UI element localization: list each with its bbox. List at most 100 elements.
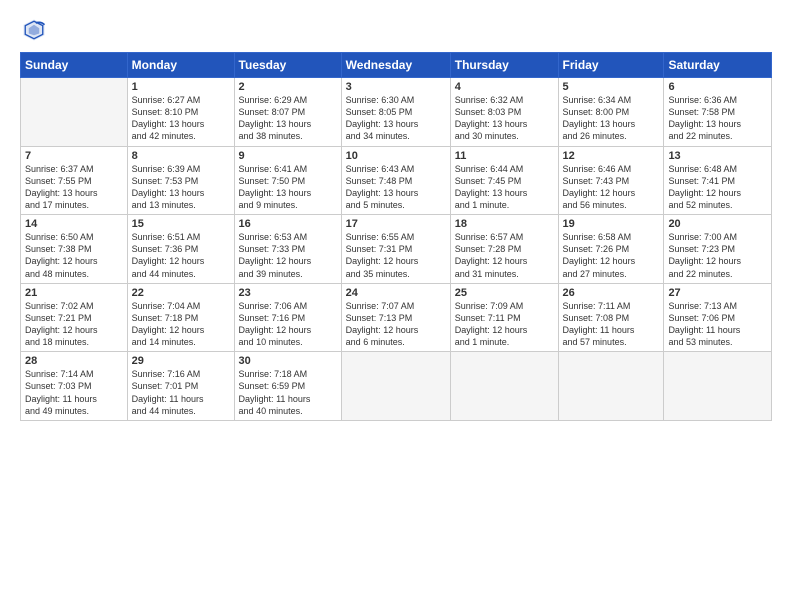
day-cell: 1Sunrise: 6:27 AM Sunset: 8:10 PM Daylig…	[127, 78, 234, 147]
day-info: Sunrise: 7:07 AM Sunset: 7:13 PM Dayligh…	[346, 300, 446, 349]
day-info: Sunrise: 6:36 AM Sunset: 7:58 PM Dayligh…	[668, 94, 767, 143]
day-info: Sunrise: 7:14 AM Sunset: 7:03 PM Dayligh…	[25, 368, 123, 417]
day-cell: 11Sunrise: 6:44 AM Sunset: 7:45 PM Dayli…	[450, 146, 558, 215]
day-number: 10	[346, 150, 446, 162]
day-cell: 19Sunrise: 6:58 AM Sunset: 7:26 PM Dayli…	[558, 215, 664, 284]
week-row-2: 7Sunrise: 6:37 AM Sunset: 7:55 PM Daylig…	[21, 146, 772, 215]
day-cell: 16Sunrise: 6:53 AM Sunset: 7:33 PM Dayli…	[234, 215, 341, 284]
day-info: Sunrise: 6:57 AM Sunset: 7:28 PM Dayligh…	[455, 231, 554, 280]
day-cell: 10Sunrise: 6:43 AM Sunset: 7:48 PM Dayli…	[341, 146, 450, 215]
week-row-3: 14Sunrise: 6:50 AM Sunset: 7:38 PM Dayli…	[21, 215, 772, 284]
day-cell: 12Sunrise: 6:46 AM Sunset: 7:43 PM Dayli…	[558, 146, 664, 215]
day-cell	[450, 352, 558, 421]
day-cell: 26Sunrise: 7:11 AM Sunset: 7:08 PM Dayli…	[558, 283, 664, 352]
day-info: Sunrise: 7:13 AM Sunset: 7:06 PM Dayligh…	[668, 300, 767, 349]
day-info: Sunrise: 7:16 AM Sunset: 7:01 PM Dayligh…	[132, 368, 230, 417]
day-number: 25	[455, 287, 554, 299]
weekday-header-sunday: Sunday	[21, 53, 128, 78]
day-info: Sunrise: 6:51 AM Sunset: 7:36 PM Dayligh…	[132, 231, 230, 280]
weekday-header-tuesday: Tuesday	[234, 53, 341, 78]
day-cell: 6Sunrise: 6:36 AM Sunset: 7:58 PM Daylig…	[664, 78, 772, 147]
day-info: Sunrise: 6:55 AM Sunset: 7:31 PM Dayligh…	[346, 231, 446, 280]
day-number: 15	[132, 218, 230, 230]
day-info: Sunrise: 7:06 AM Sunset: 7:16 PM Dayligh…	[239, 300, 337, 349]
day-info: Sunrise: 6:41 AM Sunset: 7:50 PM Dayligh…	[239, 163, 337, 212]
day-cell	[21, 78, 128, 147]
day-number: 29	[132, 355, 230, 367]
day-cell: 21Sunrise: 7:02 AM Sunset: 7:21 PM Dayli…	[21, 283, 128, 352]
day-number: 11	[455, 150, 554, 162]
day-number: 27	[668, 287, 767, 299]
day-cell: 2Sunrise: 6:29 AM Sunset: 8:07 PM Daylig…	[234, 78, 341, 147]
day-cell: 30Sunrise: 7:18 AM Sunset: 6:59 PM Dayli…	[234, 352, 341, 421]
day-info: Sunrise: 6:53 AM Sunset: 7:33 PM Dayligh…	[239, 231, 337, 280]
logo-icon	[20, 16, 48, 44]
day-number: 21	[25, 287, 123, 299]
day-info: Sunrise: 6:32 AM Sunset: 8:03 PM Dayligh…	[455, 94, 554, 143]
week-row-1: 1Sunrise: 6:27 AM Sunset: 8:10 PM Daylig…	[21, 78, 772, 147]
day-number: 18	[455, 218, 554, 230]
day-cell: 22Sunrise: 7:04 AM Sunset: 7:18 PM Dayli…	[127, 283, 234, 352]
day-number: 5	[563, 81, 660, 93]
day-cell: 24Sunrise: 7:07 AM Sunset: 7:13 PM Dayli…	[341, 283, 450, 352]
week-row-5: 28Sunrise: 7:14 AM Sunset: 7:03 PM Dayli…	[21, 352, 772, 421]
day-number: 26	[563, 287, 660, 299]
day-cell: 25Sunrise: 7:09 AM Sunset: 7:11 PM Dayli…	[450, 283, 558, 352]
day-number: 19	[563, 218, 660, 230]
day-number: 8	[132, 150, 230, 162]
day-cell	[341, 352, 450, 421]
day-info: Sunrise: 7:11 AM Sunset: 7:08 PM Dayligh…	[563, 300, 660, 349]
day-info: Sunrise: 7:00 AM Sunset: 7:23 PM Dayligh…	[668, 231, 767, 280]
day-cell	[664, 352, 772, 421]
day-number: 30	[239, 355, 337, 367]
day-number: 24	[346, 287, 446, 299]
day-info: Sunrise: 6:37 AM Sunset: 7:55 PM Dayligh…	[25, 163, 123, 212]
day-number: 22	[132, 287, 230, 299]
day-number: 17	[346, 218, 446, 230]
weekday-header-saturday: Saturday	[664, 53, 772, 78]
day-cell: 9Sunrise: 6:41 AM Sunset: 7:50 PM Daylig…	[234, 146, 341, 215]
day-info: Sunrise: 6:58 AM Sunset: 7:26 PM Dayligh…	[563, 231, 660, 280]
page: SundayMondayTuesdayWednesdayThursdayFrid…	[0, 0, 792, 612]
day-info: Sunrise: 6:50 AM Sunset: 7:38 PM Dayligh…	[25, 231, 123, 280]
day-cell: 3Sunrise: 6:30 AM Sunset: 8:05 PM Daylig…	[341, 78, 450, 147]
day-number: 1	[132, 81, 230, 93]
day-cell: 15Sunrise: 6:51 AM Sunset: 7:36 PM Dayli…	[127, 215, 234, 284]
day-number: 3	[346, 81, 446, 93]
weekday-header-monday: Monday	[127, 53, 234, 78]
day-info: Sunrise: 7:04 AM Sunset: 7:18 PM Dayligh…	[132, 300, 230, 349]
day-info: Sunrise: 6:34 AM Sunset: 8:00 PM Dayligh…	[563, 94, 660, 143]
day-cell	[558, 352, 664, 421]
day-cell: 17Sunrise: 6:55 AM Sunset: 7:31 PM Dayli…	[341, 215, 450, 284]
day-info: Sunrise: 6:46 AM Sunset: 7:43 PM Dayligh…	[563, 163, 660, 212]
day-info: Sunrise: 6:44 AM Sunset: 7:45 PM Dayligh…	[455, 163, 554, 212]
day-info: Sunrise: 7:02 AM Sunset: 7:21 PM Dayligh…	[25, 300, 123, 349]
day-info: Sunrise: 6:29 AM Sunset: 8:07 PM Dayligh…	[239, 94, 337, 143]
header	[20, 16, 772, 44]
day-cell: 8Sunrise: 6:39 AM Sunset: 7:53 PM Daylig…	[127, 146, 234, 215]
day-number: 2	[239, 81, 337, 93]
day-cell: 23Sunrise: 7:06 AM Sunset: 7:16 PM Dayli…	[234, 283, 341, 352]
day-info: Sunrise: 7:18 AM Sunset: 6:59 PM Dayligh…	[239, 368, 337, 417]
weekday-header-friday: Friday	[558, 53, 664, 78]
day-number: 7	[25, 150, 123, 162]
day-number: 16	[239, 218, 337, 230]
day-number: 14	[25, 218, 123, 230]
day-cell: 13Sunrise: 6:48 AM Sunset: 7:41 PM Dayli…	[664, 146, 772, 215]
day-cell: 20Sunrise: 7:00 AM Sunset: 7:23 PM Dayli…	[664, 215, 772, 284]
day-info: Sunrise: 6:27 AM Sunset: 8:10 PM Dayligh…	[132, 94, 230, 143]
day-cell: 27Sunrise: 7:13 AM Sunset: 7:06 PM Dayli…	[664, 283, 772, 352]
day-cell: 29Sunrise: 7:16 AM Sunset: 7:01 PM Dayli…	[127, 352, 234, 421]
day-number: 23	[239, 287, 337, 299]
day-cell: 18Sunrise: 6:57 AM Sunset: 7:28 PM Dayli…	[450, 215, 558, 284]
weekday-header-wednesday: Wednesday	[341, 53, 450, 78]
calendar: SundayMondayTuesdayWednesdayThursdayFrid…	[20, 52, 772, 421]
day-info: Sunrise: 6:39 AM Sunset: 7:53 PM Dayligh…	[132, 163, 230, 212]
day-cell: 7Sunrise: 6:37 AM Sunset: 7:55 PM Daylig…	[21, 146, 128, 215]
day-number: 9	[239, 150, 337, 162]
day-info: Sunrise: 7:09 AM Sunset: 7:11 PM Dayligh…	[455, 300, 554, 349]
day-cell: 4Sunrise: 6:32 AM Sunset: 8:03 PM Daylig…	[450, 78, 558, 147]
logo	[20, 16, 52, 44]
day-number: 28	[25, 355, 123, 367]
day-info: Sunrise: 6:48 AM Sunset: 7:41 PM Dayligh…	[668, 163, 767, 212]
